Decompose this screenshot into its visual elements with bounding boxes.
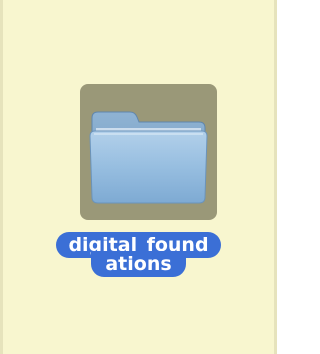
folder-item-digital-foundations[interactable]: digital_found ations — [0, 0, 277, 354]
desktop-background: digital_found ations — [0, 0, 277, 354]
folder-icon[interactable] — [80, 84, 217, 220]
folder-label-line-2[interactable]: ations — [91, 251, 186, 277]
folder-label-row-1: digital_found — [0, 224, 277, 258]
folder-label-row-2: ations — [0, 251, 277, 278]
folder-label[interactable]: digital_found ations — [0, 224, 277, 278]
